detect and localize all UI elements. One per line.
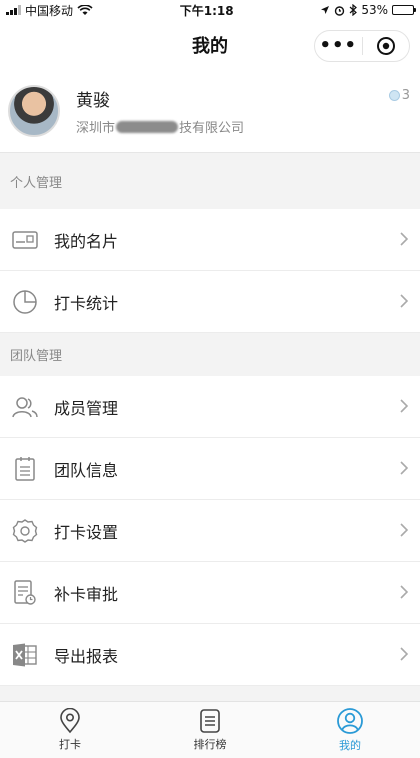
mini-program-capsule: ••• — [314, 30, 410, 62]
menu-item-label: 打卡设置 — [54, 522, 119, 542]
signal-icon — [6, 5, 21, 15]
chevron-right-icon — [400, 294, 408, 308]
menu-item-label: 我的名片 — [54, 231, 119, 251]
more-dots-icon[interactable]: ••• — [315, 31, 362, 61]
avatar — [8, 85, 60, 137]
id-card-icon — [10, 225, 40, 255]
company-suffix: 技有限公司 — [179, 121, 245, 136]
tab-mine[interactable]: 我的 — [280, 702, 420, 758]
tab-label: 打卡 — [59, 738, 81, 751]
tab-label: 我的 — [339, 739, 361, 752]
menu-item-label: 成员管理 — [54, 398, 119, 418]
location-arrow-icon — [321, 6, 330, 14]
members-icon — [10, 392, 40, 422]
gear-icon — [10, 516, 40, 546]
menu-item-label: 补卡审批 — [54, 584, 119, 604]
points-value: 3 — [401, 88, 410, 103]
alarm-icon — [335, 5, 345, 16]
menu-item-check-in-settings[interactable]: 打卡设置 — [0, 500, 420, 562]
company-name: 深圳市 技有限公司 — [76, 117, 244, 136]
carrier-label: 中国移动 — [25, 3, 74, 18]
close-target-icon[interactable] — [363, 36, 410, 56]
menu-item-label: 导出报表 — [54, 646, 119, 666]
menu-item-makeup-approval[interactable]: 补卡审批 — [0, 562, 420, 624]
section-header-team: 团队管理 — [0, 333, 420, 376]
pie-chart-icon — [10, 287, 40, 317]
profile-card[interactable]: 黄骏 深圳市 技有限公司 3 — [0, 70, 420, 153]
user-name: 黄骏 — [76, 91, 110, 111]
section-header-personal: 个人管理 — [0, 153, 420, 209]
menu-item-label: 打卡统计 — [54, 293, 119, 313]
tab-leaderboard[interactable]: 排行榜 — [140, 702, 280, 758]
menu-item-members[interactable]: 成员管理 — [0, 376, 420, 438]
chevron-right-icon — [400, 585, 408, 599]
page-title: 我的 — [192, 36, 228, 57]
company-prefix: 深圳市 — [76, 121, 116, 136]
menu-item-business-card[interactable]: 我的名片 — [0, 209, 420, 271]
menu-item-label: 团队信息 — [54, 460, 119, 480]
tab-label: 排行榜 — [193, 738, 227, 751]
chevron-right-icon — [400, 461, 408, 475]
excel-icon — [10, 640, 40, 670]
menu-item-team-info[interactable]: 团队信息 — [0, 438, 420, 500]
tab-check-in[interactable]: 打卡 — [0, 702, 140, 758]
user-circle-icon — [337, 708, 363, 734]
chevron-right-icon — [400, 399, 408, 413]
bottom-tab-bar: 打卡 排行榜 我的 — [0, 701, 420, 758]
clipboard-icon — [10, 454, 40, 484]
redacted-text — [116, 120, 179, 133]
chevron-right-icon — [400, 523, 408, 537]
status-bar: 中国移动 下午1:18 53% — [0, 0, 420, 20]
menu-item-check-in-stats[interactable]: 打卡统计 — [0, 271, 420, 333]
battery-percent: 53% — [361, 3, 388, 17]
location-pin-icon — [60, 708, 80, 734]
chevron-right-icon — [400, 647, 408, 661]
bluetooth-icon — [349, 4, 358, 16]
coin-icon — [388, 90, 400, 101]
menu-item-export-report[interactable]: 导出报表 — [0, 624, 420, 686]
nav-bar: 我的 ••• — [0, 20, 420, 70]
list-board-icon — [200, 709, 220, 733]
chevron-right-icon — [400, 232, 408, 246]
points-badge: 3 — [388, 88, 410, 103]
wifi-icon — [77, 4, 93, 15]
approval-doc-icon — [10, 578, 40, 608]
clock: 下午1:18 — [179, 3, 234, 18]
battery-icon — [391, 5, 416, 15]
